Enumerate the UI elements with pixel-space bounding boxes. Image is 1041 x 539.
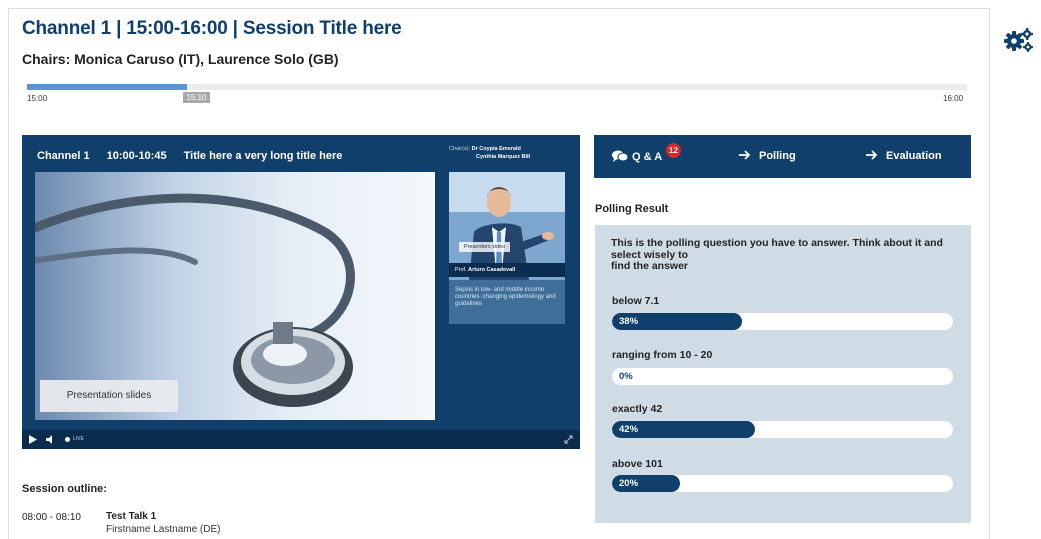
chat-bubbles-icon	[612, 150, 629, 162]
interaction-tabs: Q & A 12 Polling Evaluation	[594, 135, 971, 178]
tab-polling-label: Polling	[759, 150, 796, 162]
poll-option-bar: 0%	[612, 368, 953, 385]
tab-qa-label: Q & A	[632, 151, 663, 163]
player-talk-title: Title here a very long title here	[183, 150, 343, 162]
poll-option-label: ranging from 10 - 20	[612, 349, 713, 361]
poll-option-percent: 42%	[619, 424, 639, 435]
player-channel: Channel 1	[37, 150, 90, 162]
video-player: Channel 1 10:00-10:45 Title here a very …	[22, 135, 580, 449]
right-sidebar	[990, 0, 1041, 539]
live-label: LIVE	[73, 436, 84, 442]
poll-option-percent: 20%	[619, 478, 639, 489]
qa-count-badge: 12	[666, 143, 681, 158]
poll-option-percent: 38%	[619, 316, 639, 327]
fullscreen-icon[interactable]	[564, 435, 573, 444]
arrow-right-icon	[739, 150, 751, 160]
outline-item-speaker: Firstname Lastname (DE)	[106, 524, 221, 535]
arrow-right-icon	[866, 150, 878, 160]
polling-result-box: This is the polling question you have to…	[595, 225, 971, 523]
player-controls: LIVE	[22, 430, 580, 449]
timeline-start-label: 15:00	[27, 94, 48, 103]
timeline-end-label: 16:00	[943, 94, 964, 103]
player-header: Channel 1 10:00-10:45 Title here a very …	[37, 150, 356, 162]
tab-evaluation-label: Evaluation	[886, 150, 942, 162]
live-dot-icon	[65, 437, 70, 442]
gears-icon[interactable]	[1003, 27, 1035, 53]
poll-option-bar: 42%	[612, 421, 953, 438]
presentation-slides-button[interactable]: Presentation slides	[40, 380, 178, 412]
presenter-name: Prof. Arturo Casadevall	[449, 263, 565, 277]
tab-evaluation[interactable]: Evaluation	[866, 150, 942, 162]
presenter-video-label: Presenters video	[459, 242, 511, 252]
player-chairs: Chair(s): Dr Coypia Emerald Cynthia Marq…	[449, 146, 531, 160]
player-time: 10:00-10:45	[106, 150, 167, 162]
poll-option-label: below 7.1	[612, 295, 660, 307]
poll-option-percent: 0%	[619, 371, 633, 382]
session-chairs: Chairs: Monica Caruso (IT), Laurence Sol…	[22, 51, 339, 67]
timeline-progress	[27, 84, 187, 90]
poll-option-bar: 38%	[612, 313, 953, 330]
play-icon[interactable]	[29, 435, 37, 444]
tab-polling[interactable]: Polling	[739, 150, 796, 162]
poll-question: This is the polling question you have to…	[611, 237, 943, 272]
player-chair-2: Cynthia Marquez Bill	[476, 154, 531, 160]
presentation-slides-area: Presentation slides	[35, 172, 435, 420]
tab-qa[interactable]: Q & A	[612, 150, 662, 163]
outline-item-talk[interactable]: Test Talk 1	[106, 511, 156, 522]
timeline-current-marker[interactable]: 15:10	[183, 92, 210, 103]
talk-description: Sepsis in low- and middle income countri…	[449, 280, 565, 324]
player-chair-1: Dr Coypia Emerald	[471, 146, 521, 152]
polling-result-title: Polling Result	[595, 203, 669, 215]
page-title: Channel 1 | 15:00-16:00 | Session Title …	[22, 18, 402, 39]
poll-option-label: exactly 42	[612, 403, 663, 415]
poll-option-label: above 101	[612, 458, 663, 470]
poll-option-bar: 20%	[612, 475, 953, 492]
session-outline-title: Session outline:	[22, 483, 107, 495]
outline-item-time: 08:00 - 08:10	[22, 512, 81, 523]
volume-icon[interactable]	[46, 435, 56, 444]
